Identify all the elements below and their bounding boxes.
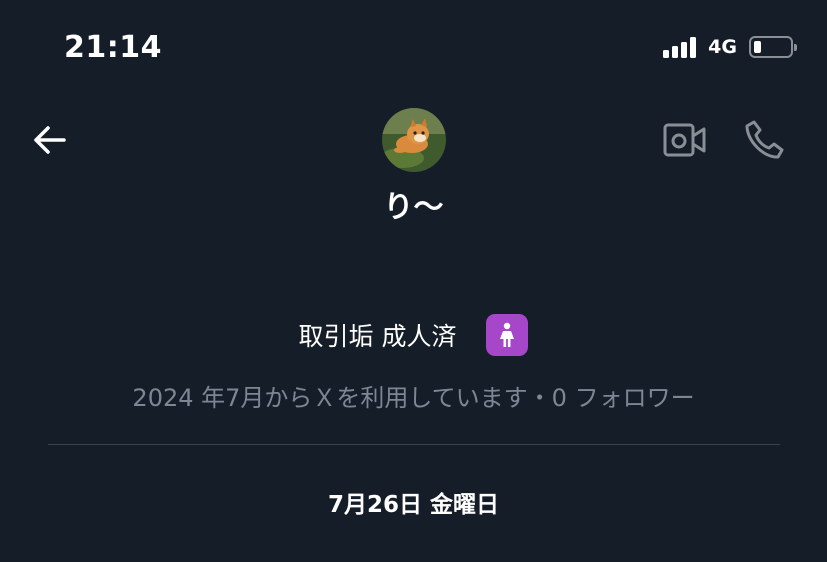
profile-bio: 取引垢 成人済	[0, 314, 827, 356]
conversation-date-label: 7月26日 金曜日	[327, 492, 500, 518]
arrow-left-icon	[34, 126, 66, 154]
video-call-button[interactable]	[662, 120, 708, 160]
avatar[interactable]	[382, 108, 446, 172]
bio-text: 取引垢 成人済	[298, 322, 457, 351]
back-button[interactable]	[30, 120, 70, 160]
shiba-dog-avatar-image	[382, 108, 446, 172]
status-time: 21:14	[64, 30, 162, 65]
voice-call-button[interactable]	[742, 118, 786, 162]
battery-icon	[749, 36, 797, 58]
display-name: り〜	[383, 190, 444, 225]
battery-level-fill	[754, 41, 761, 53]
signal-strength-icon	[663, 36, 697, 58]
phone-icon	[745, 120, 784, 159]
status-indicators: 4G	[663, 36, 797, 58]
video-camera-icon	[663, 123, 706, 157]
divider	[48, 444, 780, 445]
woman-symbol-icon	[486, 314, 529, 356]
network-type: 4G	[708, 36, 737, 58]
account-meta: 2024 年7月からＸを利用しています・0 フォロワー	[132, 384, 695, 412]
